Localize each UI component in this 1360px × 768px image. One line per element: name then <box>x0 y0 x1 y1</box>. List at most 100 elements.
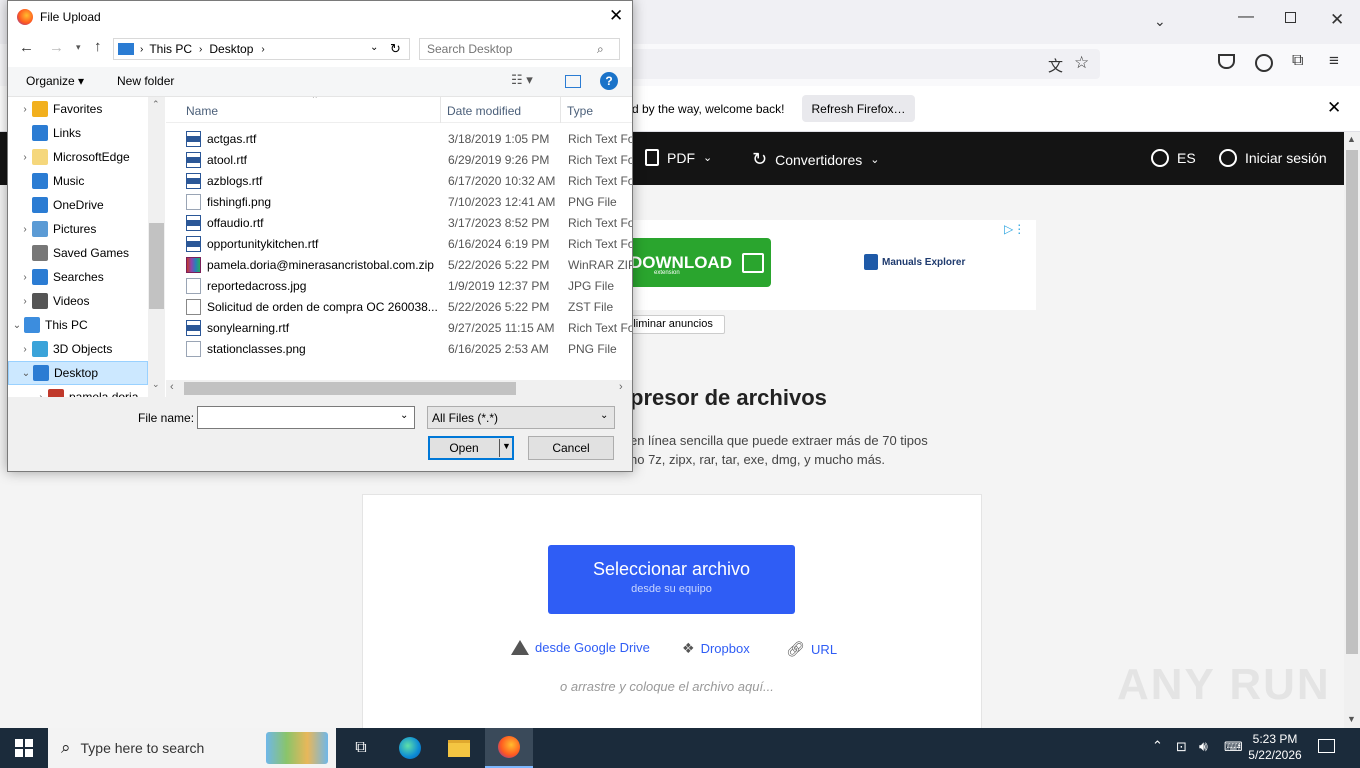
google-drive-link[interactable]: desde Google Drive <box>511 640 650 655</box>
expand-chevron-icon[interactable]: ⌄ <box>10 320 24 331</box>
dialog-close-icon[interactable]: ✕ <box>609 6 623 26</box>
scroll-up-icon[interactable]: ▲ <box>1347 134 1356 144</box>
nav-item-pamela-doria[interactable]: › pamela.doria <box>8 385 148 397</box>
close-notification-icon[interactable]: ✕ <box>1327 98 1341 118</box>
open-button[interactable]: Open ▼ <box>428 436 514 460</box>
file-row[interactable]: fishingfi.png 7/10/2023 12:41 AM PNG File <box>186 191 632 212</box>
nav-item-onedrive[interactable]: OneDrive <box>8 193 148 217</box>
expand-chevron-icon[interactable]: ⌄ <box>19 368 33 379</box>
task-view-button[interactable]: ⧉ <box>337 728 385 768</box>
nav-language[interactable]: ES <box>1151 149 1196 167</box>
file-row[interactable]: pamela.doria@minerasancristobal.com.zip 5… <box>186 254 632 275</box>
show-hidden-icons-chevron[interactable]: ⌃ <box>1152 738 1163 754</box>
collapse-chevron-icon[interactable]: › <box>18 344 32 355</box>
network-icon[interactable]: ⊡ <box>1176 739 1187 755</box>
ad-download-button[interactable]: DOWNLOAD extension <box>618 238 771 287</box>
nav-item-desktop[interactable]: ⌄ Desktop <box>8 361 148 385</box>
start-button[interactable] <box>0 728 48 768</box>
file-row[interactable]: reportedacross.jpg 1/9/2019 12:37 PM JPG F… <box>186 275 632 296</box>
forward-arrow-icon[interactable]: → <box>49 39 64 56</box>
select-file-button[interactable]: Seleccionar archivo desde su equipo <box>548 545 795 614</box>
back-arrow-icon[interactable]: ← <box>19 39 34 56</box>
nav-scroll-thumb[interactable] <box>149 223 164 309</box>
file-type-select[interactable]: All Files (*.*) ⌄ <box>427 406 615 429</box>
collapse-chevron-icon[interactable]: › <box>18 224 32 235</box>
bookmark-star-icon[interactable]: ☆ <box>1074 53 1089 73</box>
navigation-pane[interactable]: › Favorites Links › MicrosoftEdge Music OneDri… <box>8 97 165 397</box>
nav-item-microsoftedge[interactable]: › MicrosoftEdge <box>8 145 148 169</box>
view-options-icon[interactable]: ☷ ▾ <box>511 72 533 88</box>
breadcrumb-dropdown-icon[interactable]: ⌄ <box>370 42 378 53</box>
extensions-icon[interactable]: ⧉ <box>1292 52 1303 70</box>
scroll-left-icon[interactable]: ‹ <box>170 381 174 393</box>
column-type[interactable]: Type <box>567 104 593 118</box>
manuals-explorer-logo[interactable]: Manuals Explorer <box>864 254 965 270</box>
url-link[interactable]: 🔗︎ URL <box>786 640 837 658</box>
collapse-chevron-icon[interactable]: › <box>18 296 32 307</box>
file-row[interactable]: azblogs.rtf 6/17/2020 10:32 AM Rich Text F… <box>186 170 632 191</box>
scroll-thumb[interactable] <box>1346 150 1358 654</box>
edge-taskbar-button[interactable] <box>386 728 434 768</box>
scroll-right-icon[interactable]: › <box>619 381 623 393</box>
file-row[interactable]: offaudio.rtf 3/17/2023 8:52 PM Rich Text F… <box>186 212 632 233</box>
pocket-icon[interactable] <box>1218 54 1235 69</box>
volume-icon[interactable]: 🔊︎ <box>1199 738 1208 755</box>
chevron-down-icon[interactable]: ⌄ <box>400 410 408 421</box>
remove-ads-button[interactable]: Eliminar anuncios <box>617 315 725 334</box>
translate-icon[interactable]: 文 <box>1048 55 1063 76</box>
cancel-button[interactable]: Cancel <box>528 436 614 460</box>
notifications-icon[interactable] <box>1318 739 1335 753</box>
up-arrow-icon[interactable]: ↑ <box>94 38 102 55</box>
minimize-icon[interactable]: — <box>1238 8 1254 26</box>
collapse-chevron-icon[interactable]: › <box>18 104 32 115</box>
nav-item-music[interactable]: Music <box>8 169 148 193</box>
nav-pdf[interactable]: PDF ⌄ <box>645 149 712 166</box>
nav-login[interactable]: Iniciar sesión <box>1219 149 1327 167</box>
help-icon[interactable]: ? <box>600 72 618 90</box>
horizontal-scrollbar[interactable]: ‹ › <box>166 380 632 397</box>
nav-scrollbar[interactable]: ⌃ ⌄ <box>148 97 165 397</box>
search-input[interactable] <box>427 42 597 56</box>
organize-button[interactable]: Organize ▾ <box>26 74 84 88</box>
firefox-taskbar-button[interactable] <box>485 728 533 768</box>
scroll-down-icon[interactable]: ⌄ <box>152 379 160 390</box>
file-row[interactable]: actgas.rtf 3/18/2019 1:05 PM Rich Text For <box>186 128 632 149</box>
file-explorer-taskbar-button[interactable] <box>435 728 483 768</box>
nav-item-favorites[interactable]: › Favorites <box>8 97 148 121</box>
nav-item-searches[interactable]: › Searches <box>8 265 148 289</box>
close-window-icon[interactable]: ✕ <box>1330 10 1344 30</box>
nav-item-3d-objects[interactable]: › 3D Objects <box>8 337 148 361</box>
file-row[interactable]: opportunitykitchen.rtf 6/16/2024 6:19 PM R… <box>186 233 632 254</box>
preview-pane-icon[interactable] <box>565 75 581 88</box>
scroll-down-icon[interactable]: ▼ <box>1347 714 1356 724</box>
nav-item-saved-games[interactable]: Saved Games <box>8 241 148 265</box>
nav-item-links[interactable]: Links <box>8 121 148 145</box>
scroll-up-icon[interactable]: ⌃ <box>152 99 160 110</box>
file-list-pane[interactable]: ⌃ Name Date modified Type actgas.rtf 3/18… <box>166 97 632 397</box>
refresh-icon[interactable]: ↻ <box>390 41 401 57</box>
keyboard-icon[interactable]: ⌨ <box>1224 739 1243 755</box>
url-bar[interactable]: 文 ☆ <box>560 49 1100 79</box>
nav-item-pictures[interactable]: › Pictures <box>8 217 148 241</box>
taskbar-clock[interactable]: 5:23 PM 5/22/2026 <box>1246 731 1304 763</box>
breadcrumb[interactable]: › This PC › Desktop › ⌄ ↻ <box>113 38 410 60</box>
collapse-chevron-icon[interactable]: › <box>18 152 32 163</box>
file-row[interactable]: sonylearning.rtf 9/27/2025 11:15 AM Rich T… <box>186 317 632 338</box>
breadcrumb-desktop[interactable]: Desktop <box>209 42 253 56</box>
open-dropdown-icon[interactable]: ▼ <box>502 441 511 451</box>
restore-icon[interactable] <box>1285 12 1296 23</box>
search-box[interactable]: ⌕ <box>419 38 620 60</box>
dropbox-link[interactable]: ❖ Dropbox <box>682 640 750 657</box>
recent-chevron-icon[interactable]: ▾ <box>76 42 81 53</box>
horizontal-scroll-thumb[interactable] <box>184 382 516 395</box>
ad-choices-icon[interactable]: ▷⋮ <box>1004 222 1025 236</box>
menu-icon[interactable]: ≡ <box>1329 51 1339 71</box>
collapse-chevron-icon[interactable]: › <box>18 272 32 283</box>
taskbar-search[interactable]: ⌕ Type here to search <box>48 728 336 768</box>
page-scrollbar[interactable]: ▲ ▼ <box>1344 132 1360 728</box>
file-row[interactable]: stationclasses.png 6/16/2025 2:53 AM PNG F… <box>186 338 632 359</box>
nav-converters[interactable]: ↻ Convertidores ⌄ <box>752 149 879 170</box>
tab-list-chevron-icon[interactable]: ⌄ <box>1154 13 1166 30</box>
file-row[interactable]: Solicitud de orden de compra OC 260038..… <box>186 296 632 317</box>
column-date[interactable]: Date modified <box>447 104 521 118</box>
